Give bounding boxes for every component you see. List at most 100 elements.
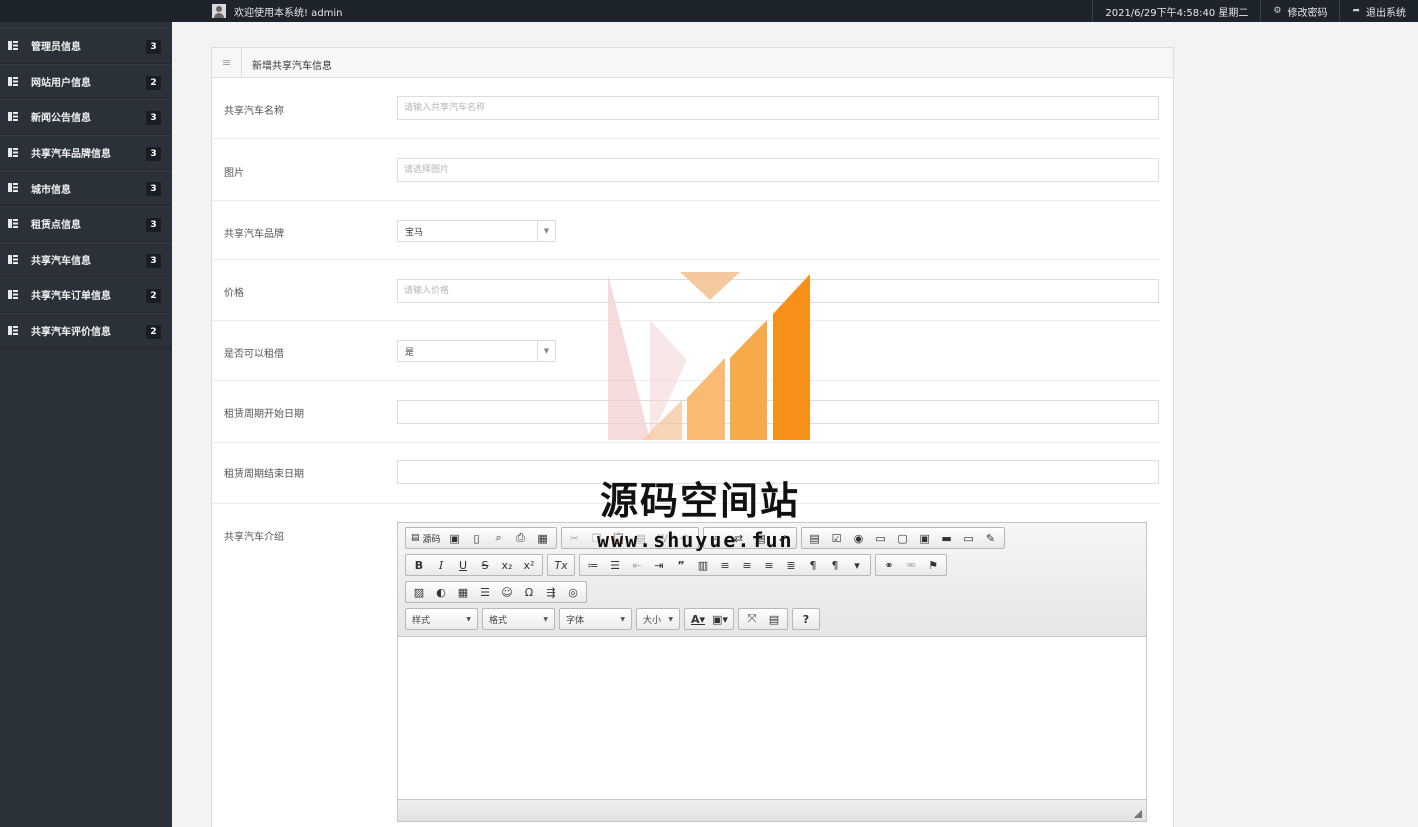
brand-select[interactable]: 宝马 ▼	[397, 220, 556, 242]
logout-link[interactable]: ➦ 退出系统	[1339, 0, 1418, 22]
source-label: 源码	[422, 534, 441, 545]
chevron-down-icon: ▼	[668, 615, 673, 623]
sidebar: ● ● ● 管理员信息 3 网站用户信息 2 新闻公告信息 3 共享汽车品牌信息…	[0, 0, 172, 827]
subscript-icon[interactable]: x₂	[496, 555, 518, 575]
font-combo[interactable]: 字体 ▼	[559, 608, 632, 630]
preview-icon[interactable]: ⌕	[488, 528, 510, 548]
align-left-icon[interactable]: ≡	[714, 555, 736, 575]
chevron-down-icon: ▼	[537, 221, 555, 241]
list-icon	[8, 147, 18, 157]
indent-icon[interactable]: ⇥	[648, 555, 670, 575]
form-row-brand: 共享汽车品牌 宝马 ▼	[212, 201, 1160, 260]
language-icon[interactable]: ▾	[846, 555, 868, 575]
name-label: 共享汽车名称	[224, 106, 284, 117]
italic-icon[interactable]: I	[430, 555, 452, 575]
unlink-icon[interactable]: ⚮	[900, 555, 922, 575]
smiley-icon[interactable]: ☺	[496, 582, 518, 602]
radio-icon[interactable]: ◉	[848, 528, 870, 548]
sidebar-item-reviews[interactable]: 共享汽车评价信息 2	[0, 312, 172, 349]
iframe-icon[interactable]: ◎	[562, 582, 584, 602]
checkbox-icon[interactable]: ☑	[826, 528, 848, 548]
list-icon	[8, 41, 18, 50]
rentable-select[interactable]: 是 ▼	[397, 340, 556, 362]
new-page-icon[interactable]: ▯	[466, 528, 488, 548]
align-right-icon[interactable]: ≡	[758, 555, 780, 575]
page-break-icon[interactable]: ⇶	[540, 582, 562, 602]
count-badge: 2	[146, 75, 161, 90]
sidebar-item-cities[interactable]: 城市信息 3	[0, 170, 172, 206]
rentable-select-value: 是	[405, 348, 415, 358]
textfield-icon[interactable]: ▭	[870, 528, 892, 548]
show-blocks-icon[interactable]: ▤	[763, 609, 785, 629]
bg-color-icon[interactable]: ▣▾	[709, 609, 731, 629]
text-color-icon[interactable]: A▾	[687, 609, 709, 629]
editor-content-area[interactable]	[398, 637, 1146, 799]
strikethrough-icon[interactable]: S	[474, 555, 496, 575]
list-icon	[8, 290, 18, 300]
end-date-label: 租赁周期结束日期	[224, 469, 304, 480]
form-icon[interactable]: ▤	[804, 528, 826, 548]
price-input[interactable]	[397, 279, 1159, 303]
flash-icon[interactable]: ◐	[430, 582, 452, 602]
sidebar-item-site-users[interactable]: 网站用户信息 2	[0, 63, 172, 100]
format-combo[interactable]: 格式 ▼	[482, 608, 555, 630]
special-char-icon[interactable]: Ω	[518, 582, 540, 602]
div-container-icon[interactable]: ▥	[692, 555, 714, 575]
numbered-list-icon[interactable]: ≔	[582, 555, 604, 575]
sidebar-item-news[interactable]: 新闻公告信息 3	[0, 99, 172, 135]
maximize-icon[interactable]: ⤧	[741, 609, 763, 629]
editor-status-bar	[398, 799, 1146, 821]
source-button[interactable]: ▤ 源码	[408, 528, 444, 548]
select-field-icon[interactable]: ▣	[914, 528, 936, 548]
link-icon[interactable]: ⚭	[878, 555, 900, 575]
image-input[interactable]	[397, 158, 1159, 182]
outdent-icon[interactable]: ⇤	[626, 555, 648, 575]
save-icon[interactable]: ▣	[444, 528, 466, 548]
underline-icon[interactable]: U	[452, 555, 474, 575]
count-badge: 3	[146, 40, 161, 54]
sidebar-item-orders[interactable]: 共享汽车订单信息 2	[0, 277, 172, 313]
rich-text-editor: ▤ 源码 ▣ ▯ ⌕ ⎙ ▦ ✂ ❐ 📋 ▤ W ↶ ⌕ ⇄ ▤ ✓ ▤ ☑ ◉…	[397, 522, 1147, 822]
menu-lines-icon: ≡	[212, 48, 242, 77]
align-center-icon[interactable]: ≡	[736, 555, 758, 575]
templates-icon[interactable]: ▦	[532, 528, 554, 548]
horizontal-rule-icon[interactable]: ☰	[474, 582, 496, 602]
chevron-down-icon: ▼	[466, 615, 471, 623]
datetime-text: 2021/6/29下午4:58:40 星期二	[1105, 7, 1249, 19]
sidebar-item-cars[interactable]: 共享汽车信息 3	[0, 241, 172, 278]
car-name-input[interactable]	[397, 96, 1159, 120]
image-icon[interactable]: ▨	[408, 582, 430, 602]
sidebar-item-admin[interactable]: 管理员信息 3	[0, 28, 172, 64]
sidebar-item-car-brands[interactable]: 共享汽车品牌信息 3	[0, 134, 172, 171]
welcome-text: 欢迎使用本系统! admin	[234, 7, 343, 19]
styles-combo[interactable]: 样式 ▼	[405, 608, 478, 630]
rtl-icon[interactable]: ¶	[824, 555, 846, 575]
superscript-icon[interactable]: x²	[518, 555, 540, 575]
help-icon[interactable]: ?	[795, 609, 817, 629]
change-password-link[interactable]: ⚙ 修改密码	[1260, 0, 1339, 22]
sidebar-item-rental-points[interactable]: 租赁点信息 3	[0, 205, 172, 242]
intro-label: 共享汽车介绍	[224, 532, 284, 543]
table-icon[interactable]: ▦	[452, 582, 474, 602]
justify-icon[interactable]: ≣	[780, 555, 802, 575]
size-combo[interactable]: 大小 ▼	[636, 608, 680, 630]
ltr-icon[interactable]: ¶	[802, 555, 824, 575]
price-label: 价格	[224, 288, 244, 299]
blockquote-icon[interactable]: ”	[670, 555, 692, 575]
remove-format-icon[interactable]: Tx	[550, 555, 572, 575]
button-field-icon[interactable]: ▬	[936, 528, 958, 548]
resize-handle-icon[interactable]	[1134, 810, 1142, 818]
bold-icon[interactable]: B	[408, 555, 430, 575]
toolbar-group-forms: ▤ ☑ ◉ ▭ ▢ ▣ ▬ ▭ ✎	[800, 527, 1005, 549]
bulleted-list-icon[interactable]: ☰	[604, 555, 626, 575]
anchor-flag-icon[interactable]: ⚑	[922, 555, 944, 575]
list-icon	[8, 325, 18, 335]
brand-label: 共享汽车品牌	[224, 229, 284, 240]
start-date-input[interactable]	[397, 400, 1159, 424]
list-icon	[8, 76, 18, 86]
hidden-field-icon[interactable]: ✎	[980, 528, 1002, 548]
cut-icon[interactable]: ✂	[564, 528, 586, 548]
image-button-icon[interactable]: ▭	[958, 528, 980, 548]
textarea-icon[interactable]: ▢	[892, 528, 914, 548]
print-icon[interactable]: ⎙	[510, 528, 532, 548]
